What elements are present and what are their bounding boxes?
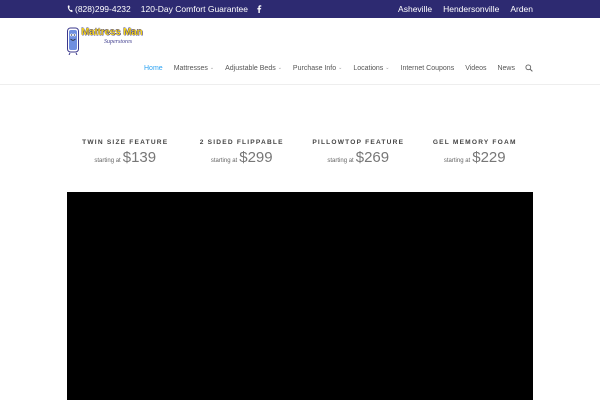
nav-item-label: Mattresses xyxy=(173,64,208,72)
nav-item-label: Locations xyxy=(353,64,384,72)
top-bar: (828)299-4232 120-Day Comfort Guarantee … xyxy=(0,0,600,18)
feature-price-line: starting at $269 xyxy=(300,149,417,166)
chevron-down-icon: ⌄ xyxy=(209,65,215,71)
phone-number[interactable]: (828)299-4232 xyxy=(75,4,131,14)
feature-price-line: starting at $299 xyxy=(184,149,301,166)
nav-item-mattresses[interactable]: Mattresses ⌄ xyxy=(174,65,214,72)
feature-title: 2 SIDED FLIPPABLE xyxy=(199,139,284,146)
nav-item-label: Adjustable Beds xyxy=(225,64,276,72)
nav-item-news[interactable]: News xyxy=(497,65,515,72)
feature-price: $139 xyxy=(122,149,157,166)
site-header: Mattress Man Superstores Home Mattresses… xyxy=(0,18,600,85)
main-navigation: Home Mattresses ⌄ Adjustable Beds ⌄ Purc… xyxy=(133,62,533,74)
feature-price-line: starting at $229 xyxy=(417,149,534,166)
feature-title: PILLOWTOP FEATURE xyxy=(312,139,405,146)
nav-item-label: Internet Coupons xyxy=(400,64,455,72)
feature-price-line: starting at $139 xyxy=(67,149,184,166)
logo-wordmark: Mattress Man xyxy=(81,27,143,38)
chevron-down-icon: ⌄ xyxy=(338,65,343,71)
nav-item-home[interactable]: Home xyxy=(144,65,163,72)
feature-title: GEL MEMORY FOAM xyxy=(432,139,517,146)
logo-tagline: Superstores xyxy=(104,39,133,45)
video-player[interactable] xyxy=(67,192,533,400)
phone-icon xyxy=(67,5,73,13)
feature-gel-memory-foam[interactable]: GEL MEMORY FOAM starting at $229 xyxy=(417,138,534,170)
site-logo[interactable]: Mattress Man Superstores xyxy=(66,27,154,55)
starting-at-label: starting at xyxy=(327,158,354,164)
feature-price: $229 xyxy=(472,149,506,166)
starting-at-label: starting at xyxy=(443,158,471,164)
chevron-down-icon: ⌄ xyxy=(277,65,282,71)
starting-at-label: starting at xyxy=(94,158,121,164)
nav-item-label: Purchase Info xyxy=(292,64,337,72)
mattress-mascot-icon xyxy=(67,27,79,55)
nav-item-locations[interactable]: Locations ⌄ xyxy=(353,65,389,72)
top-bar-contact: (828)299-4232 120-Day Comfort Guarantee xyxy=(67,0,262,18)
location-link-arden[interactable]: Arden xyxy=(510,4,533,14)
feature-price: $299 xyxy=(239,149,273,166)
feature-two-sided[interactable]: 2 SIDED FLIPPABLE starting at $299 xyxy=(184,138,301,170)
nav-item-adjustable-beds[interactable]: Adjustable Beds ⌄ xyxy=(225,65,282,72)
feature-twin-size[interactable]: TWIN SIZE FEATURE starting at $139 xyxy=(67,138,184,170)
feature-title: TWIN SIZE FEATURE xyxy=(82,139,169,146)
feature-price-row: TWIN SIZE FEATURE starting at $139 2 SID… xyxy=(67,138,533,170)
location-link-asheville[interactable]: Asheville xyxy=(398,4,432,14)
facebook-icon[interactable] xyxy=(257,5,262,13)
search-icon[interactable] xyxy=(525,64,533,72)
location-links: Asheville Hendersonville Arden xyxy=(387,0,533,18)
nav-item-purchase-info[interactable]: Purchase Info ⌄ xyxy=(293,65,342,72)
feature-price: $269 xyxy=(355,149,390,166)
nav-item-internet-coupons[interactable]: Internet Coupons xyxy=(401,65,455,72)
location-link-hendersonville[interactable]: Hendersonville xyxy=(443,4,499,14)
starting-at-label: starting at xyxy=(210,158,238,164)
nav-item-label: Videos xyxy=(465,64,487,72)
nav-item-label: News xyxy=(497,64,515,72)
guarantee-text: 120-Day Comfort Guarantee xyxy=(140,4,249,14)
feature-pillowtop[interactable]: PILLOWTOP FEATURE starting at $269 xyxy=(300,138,417,170)
nav-item-videos[interactable]: Videos xyxy=(465,65,486,72)
chevron-down-icon: ⌄ xyxy=(385,65,390,71)
nav-item-label: Home xyxy=(144,64,163,72)
